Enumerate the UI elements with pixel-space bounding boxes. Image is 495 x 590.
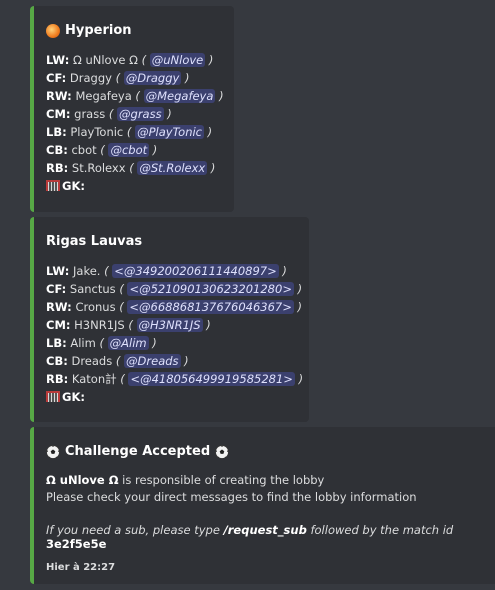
position-label: RB: bbox=[46, 161, 69, 175]
lineup-row: CM: grass ( @grass ) bbox=[46, 107, 172, 121]
position-label: RW: bbox=[46, 89, 72, 103]
position-label: LB: bbox=[46, 125, 67, 139]
lineup-row: CM: H3NR1JS ( @H3NR1JS ) bbox=[46, 318, 211, 332]
lineup-row: CF: Draggy ( @Draggy ) bbox=[46, 71, 190, 85]
user-mention[interactable]: <@418056499919585281> bbox=[128, 372, 295, 386]
sub-request-note: If you need a sub, please type /request_… bbox=[46, 523, 484, 551]
lineup-list: LW: Jake. ( <@349200206111440897> ) CF: S… bbox=[46, 262, 304, 388]
lineup-row: LB: Alim ( @Alim ) bbox=[46, 336, 157, 350]
team-embed-rigas-lauvas: Rigas Lauvas LW: Jake. ( <@3492002061114… bbox=[30, 217, 309, 422]
soccer-ball-icon bbox=[46, 444, 60, 459]
lineup-row: LW: Ω uNlove Ω ( @uNlove ) bbox=[46, 53, 214, 67]
player-name: Dreads bbox=[71, 354, 113, 368]
player-name: Katon計 bbox=[71, 372, 117, 386]
creator-line-text: is responsible of creating the lobby bbox=[118, 473, 325, 487]
user-mention[interactable]: @Draggy bbox=[123, 71, 182, 85]
dm-notice: Please check your direct messages to fin… bbox=[46, 490, 417, 504]
embed-title: Hyperion bbox=[46, 22, 220, 39]
position-label: CB: bbox=[46, 354, 68, 368]
lineup-row-gk: GK: bbox=[46, 388, 295, 406]
lineup-row: CF: Sanctus ( <@521090130623201280> ) bbox=[46, 282, 303, 296]
command-name: /request_sub bbox=[223, 523, 307, 537]
position-label: CF: bbox=[46, 282, 67, 296]
lineup-list: LW: Ω uNlove Ω ( @uNlove ) CF: Draggy ( @… bbox=[46, 51, 224, 177]
team-embed-hyperion: Hyperion LW: Ω uNlove Ω ( @uNlove ) CF: D… bbox=[30, 6, 234, 212]
lineup-row: CB: Dreads ( @Dreads ) bbox=[46, 354, 189, 368]
player-name: St.Rolexx bbox=[71, 161, 126, 175]
user-mention[interactable]: @Alim bbox=[107, 336, 149, 350]
lineup-row: LB: PlayTonic ( @PlayTonic ) bbox=[46, 125, 213, 139]
position-label: LB: bbox=[46, 336, 67, 350]
lineup-row: RW: Megafeya ( @Megafeya ) bbox=[46, 89, 224, 103]
player-name: H3NR1JS bbox=[74, 318, 125, 332]
player-name: Alim bbox=[70, 336, 96, 350]
position-label: RW: bbox=[46, 300, 72, 314]
player-name: Cronus bbox=[75, 300, 116, 314]
user-mention[interactable]: <@521090130623201280> bbox=[127, 282, 294, 296]
flame-icon bbox=[46, 23, 60, 38]
lineup-row: RB: St.Rolexx ( @St.Rolexx ) bbox=[46, 161, 216, 175]
lineup-row: RW: Cronus ( <@668868137676046367> ) bbox=[46, 300, 303, 314]
position-label: CF: bbox=[46, 71, 67, 85]
position-label: LW: bbox=[46, 53, 70, 67]
player-name: Jake. bbox=[73, 264, 101, 278]
position-label: GK: bbox=[62, 179, 85, 193]
position-label: GK: bbox=[62, 390, 85, 404]
user-mention[interactable]: <@668868137676046367> bbox=[127, 300, 294, 314]
embed-title: Challenge Accepted bbox=[46, 443, 484, 460]
embed-title-text: Challenge Accepted bbox=[65, 444, 211, 459]
creator-line: Ω uNlove Ω is responsible of creating th… bbox=[46, 472, 484, 489]
position-label: RB: bbox=[46, 372, 69, 386]
position-label: CB: bbox=[46, 143, 68, 157]
player-name: Draggy bbox=[69, 71, 112, 85]
note-text: If you need a sub, please type bbox=[46, 523, 224, 537]
embed-title: Rigas Lauvas bbox=[46, 233, 295, 250]
lineup-row-gk: GK: bbox=[46, 177, 220, 195]
user-mention[interactable]: @PlayTonic bbox=[135, 125, 205, 139]
position-label: CM: bbox=[46, 318, 71, 332]
user-mention[interactable]: @Dreads bbox=[124, 354, 181, 368]
user-mention[interactable]: @Megafeya bbox=[143, 89, 216, 103]
user-mention[interactable]: @cbot bbox=[108, 143, 150, 157]
lineup-row: CB: cbot ( @cbot ) bbox=[46, 143, 158, 157]
user-mention[interactable]: <@349200206111440897> bbox=[112, 264, 279, 278]
position-label: CM: bbox=[46, 107, 71, 121]
note-text: followed by the match id bbox=[306, 523, 454, 537]
player-name: Ω uNlove Ω bbox=[73, 53, 138, 67]
team-name: Rigas Lauvas bbox=[46, 234, 143, 249]
position-label: LW: bbox=[46, 264, 70, 278]
lineup-row: LW: Jake. ( <@349200206111440897> ) bbox=[46, 264, 287, 278]
player-name: PlayTonic bbox=[70, 125, 124, 139]
player-name: Sanctus bbox=[69, 282, 116, 296]
match-id: 3e2f5e5e bbox=[46, 537, 107, 551]
soccer-ball-icon bbox=[215, 444, 230, 459]
team-name: Hyperion bbox=[65, 23, 132, 38]
goal-net-icon bbox=[46, 180, 60, 191]
user-mention[interactable]: @St.Rolexx bbox=[137, 161, 208, 175]
creator-name: Ω uNlove Ω bbox=[46, 473, 119, 487]
player-name: cbot bbox=[71, 143, 97, 157]
user-mention[interactable]: @uNlove bbox=[149, 53, 206, 67]
challenge-description: Ω uNlove Ω is responsible of creating th… bbox=[46, 472, 484, 506]
player-name: grass bbox=[74, 107, 106, 121]
goal-net-icon bbox=[46, 391, 60, 402]
lineup-row: RB: Katon計 ( <@418056499919585281> ) bbox=[46, 372, 304, 386]
user-mention[interactable]: @H3NR1JS bbox=[136, 318, 203, 332]
user-mention[interactable]: @grass bbox=[117, 107, 164, 121]
challenge-embed: Challenge Accepted Ω uNlove Ω is respons… bbox=[30, 427, 495, 584]
embed-timestamp: Hier à 22:27 bbox=[46, 562, 116, 573]
player-name: Megafeya bbox=[75, 89, 132, 103]
